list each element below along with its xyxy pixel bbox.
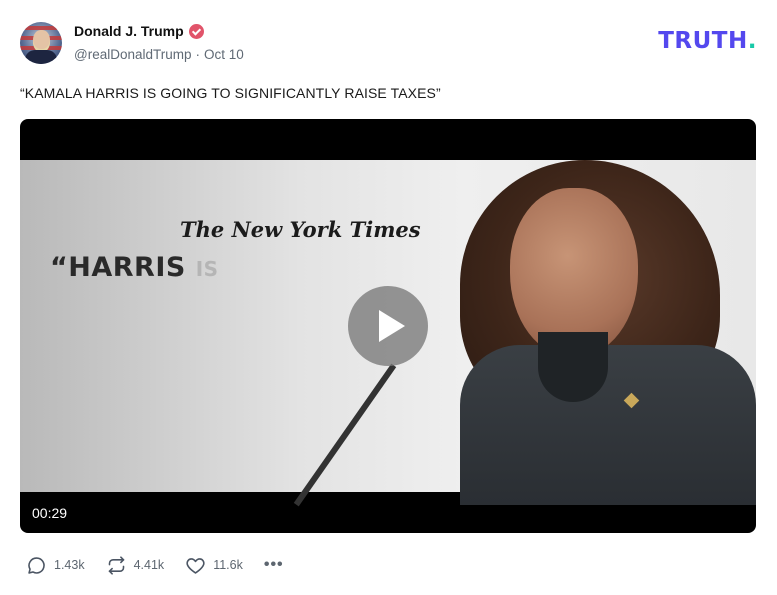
- user-handle[interactable]: @realDonaldTrump: [74, 47, 192, 62]
- action-bar: 1.43k 4.41k 11.6k •••: [26, 553, 284, 577]
- overlay-quote: “HARRIS IS: [50, 252, 219, 283]
- overlay-masthead: The New York Times: [180, 217, 421, 242]
- truth-post: Donald J. Trump @realDonaldTrump · Oct 1…: [0, 0, 777, 595]
- retruth-count: 4.41k: [133, 558, 165, 572]
- retruth-icon: [108, 555, 124, 575]
- name-row: Donald J. Trump: [74, 23, 204, 39]
- retruth-button[interactable]: 4.41k: [106, 555, 165, 576]
- post-date[interactable]: Oct 10: [204, 47, 244, 62]
- post-header: Donald J. Trump @realDonaldTrump · Oct 1…: [20, 20, 757, 66]
- like-icon: [186, 557, 205, 574]
- logo-text: TRUTH: [658, 28, 748, 54]
- like-button[interactable]: 11.6k: [185, 555, 243, 576]
- post-text: “KAMALA HARRIS IS GOING TO SIGNIFICANTLY…: [20, 85, 441, 101]
- display-name[interactable]: Donald J. Trump: [74, 23, 184, 39]
- like-count: 11.6k: [213, 558, 243, 572]
- meta-separator: ·: [195, 47, 201, 62]
- more-options-icon[interactable]: •••: [264, 557, 284, 573]
- play-icon[interactable]: [348, 286, 428, 366]
- reply-count: 1.43k: [54, 558, 85, 572]
- video-player[interactable]: The New York Times “HARRIS IS 00:29: [20, 119, 756, 533]
- overlay-quote-main: “HARRIS: [50, 252, 186, 283]
- video-duration: 00:29: [32, 505, 68, 521]
- reply-icon: [28, 556, 45, 574]
- reply-button[interactable]: 1.43k: [26, 555, 85, 576]
- truth-logo[interactable]: TRUTH.: [658, 28, 757, 54]
- avatar[interactable]: [20, 22, 62, 64]
- overlay-quote-tail: IS: [195, 257, 219, 281]
- verified-badge-icon: [188, 23, 204, 39]
- speaker-image: [440, 160, 756, 505]
- microphone: [293, 363, 397, 507]
- meta-row: @realDonaldTrump · Oct 10: [74, 47, 244, 62]
- logo-dot: .: [747, 28, 757, 54]
